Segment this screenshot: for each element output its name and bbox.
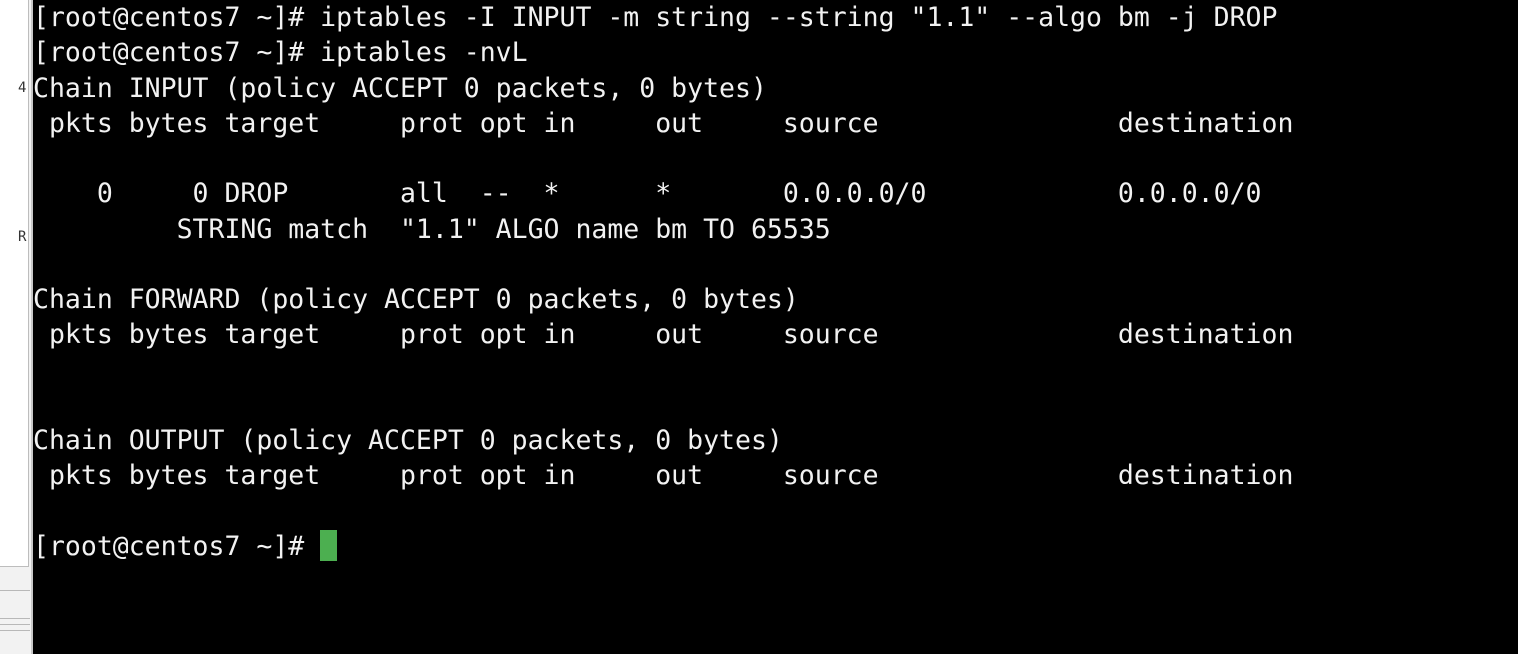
divider [0,630,30,631]
terminal-line: Chain INPUT (policy ACCEPT 0 packets, 0 … [33,73,767,104]
terminal-window[interactable]: [root@centos7 ~]# iptables -I INPUT -m s… [33,0,1518,654]
terminal-prompt-line[interactable]: [root@centos7 ~]# [33,529,338,565]
terminal-line: pkts bytes target prot opt in out source… [33,319,1294,350]
terminal-line: [root@centos7 ~]# iptables -nvL [33,37,528,68]
background-window-edge: 4 R [0,0,33,654]
terminal-line: pkts bytes target prot opt in out source… [33,108,1294,139]
background-window-glyph: R [18,229,27,245]
terminal-line: [root@centos7 ~]# iptables -I INPUT -m s… [33,2,1278,33]
background-window-glyph: 4 [18,80,27,96]
divider [0,590,30,591]
terminal-line: pkts bytes target prot opt in out source… [33,460,1294,491]
terminal-line: Chain FORWARD (policy ACCEPT 0 packets, … [33,284,799,315]
shell-prompt: [root@centos7 ~]# [33,531,321,562]
divider [0,624,30,625]
text-cursor [320,530,338,561]
terminal-line: Chain OUTPUT (policy ACCEPT 0 packets, 0… [33,425,783,456]
terminal-line: STRING match "1.1" ALGO name bm TO 65535 [33,214,831,245]
terminal-line: 0 0 DROP all -- * * 0.0.0.0/0 0.0.0.0/0 [33,178,1262,209]
divider [0,618,30,619]
